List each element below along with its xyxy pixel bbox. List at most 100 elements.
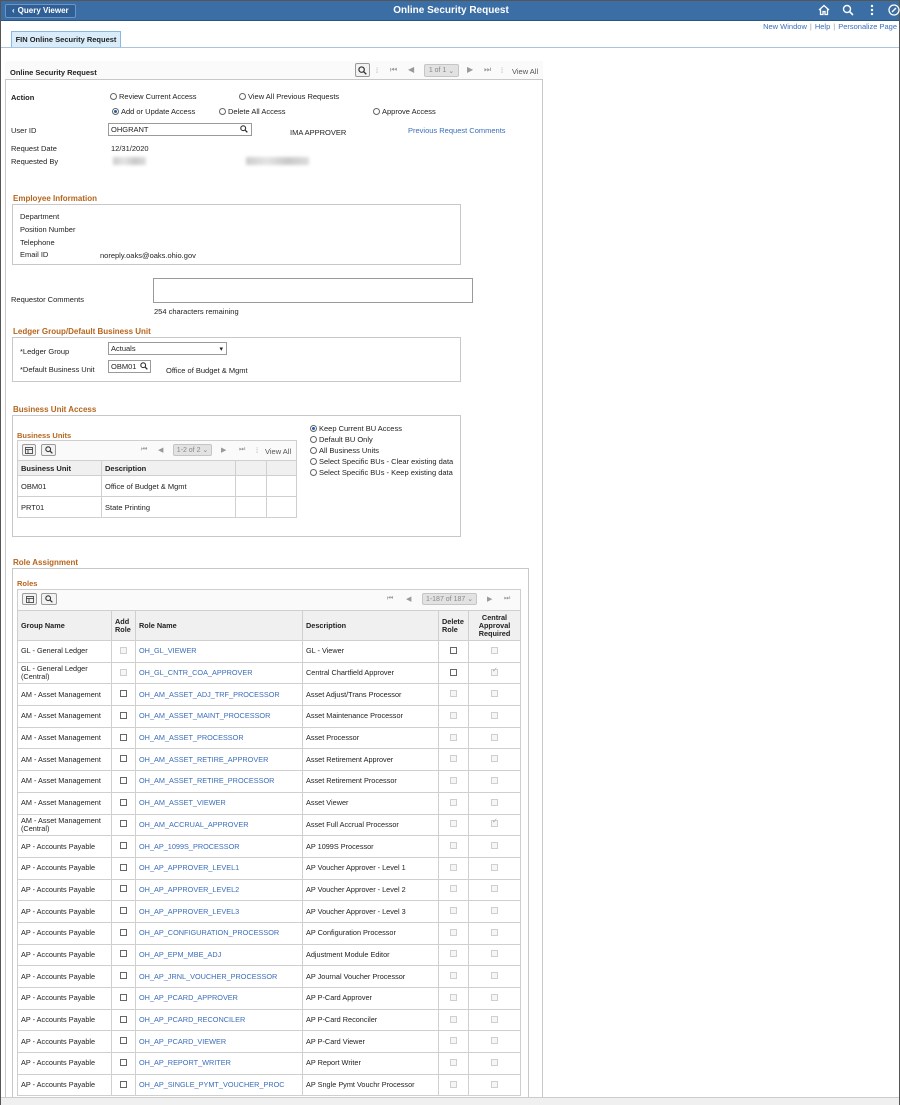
add-role-checkbox[interactable] (120, 928, 127, 936)
group-name-cell: AP - Accounts Payable (17, 1052, 112, 1075)
role-name-link[interactable]: OH_AM_ASSET_MAINT_PROCESSOR (139, 711, 270, 720)
radio-add-update-access[interactable]: Add or Update Access (112, 107, 195, 116)
add-role-checkbox[interactable] (120, 776, 127, 784)
role-name-link[interactable]: OH_AP_JRNL_VOUCHER_PROCESSOR (139, 972, 277, 981)
bu-pager-select[interactable]: 1-2 of 2 ⌄ (173, 444, 212, 456)
lookup-icon[interactable] (140, 362, 148, 372)
horizontal-scrollbar[interactable] (1, 1097, 899, 1105)
radio-delete-all-access[interactable]: Delete All Access (219, 107, 286, 116)
add-role-checkbox[interactable] (120, 907, 127, 915)
panel-search-button[interactable] (355, 63, 370, 77)
ledger-group-select[interactable]: Actuals ▾ (108, 342, 227, 355)
group-name-cell: GL - General Ledger (Central) (17, 661, 112, 685)
add-role-checkbox[interactable] (120, 1080, 127, 1088)
role-name-link[interactable]: OH_GL_CNTR_COA_APPROVER (139, 668, 253, 677)
home-icon[interactable] (817, 4, 830, 17)
first-page-icon[interactable]: ⏮ (141, 446, 147, 454)
next-page-icon[interactable]: ▶ (467, 65, 473, 74)
role-name-link[interactable]: OH_AM_ASSET_RETIRE_PROCESSOR (139, 776, 274, 785)
add-role-checkbox[interactable] (120, 711, 127, 719)
radio-view-previous-requests[interactable]: View All Previous Requests (239, 92, 339, 101)
radio-specific-bus-keep[interactable]: Select Specific BUs - Keep existing data (310, 468, 453, 477)
prev-page-icon[interactable]: ◀ (406, 595, 411, 603)
lookup-icon[interactable] (240, 125, 248, 135)
add-role-cell (111, 921, 136, 945)
role-name-link[interactable]: OH_AP_APPROVER_LEVEL3 (139, 907, 239, 916)
tab-fin-online-security-request[interactable]: FIN Online Security Request (11, 31, 121, 47)
table-row: PRT01 State Printing (17, 496, 297, 518)
find-in-grid-button[interactable] (41, 444, 56, 456)
previous-request-comments-link[interactable]: Previous Request Comments (408, 126, 506, 135)
table-row: AP - Accounts Payable OH_AP_EPM_MBE_ADJ Ad… (17, 943, 521, 967)
add-role-checkbox[interactable] (120, 1058, 127, 1066)
personalize-page-link[interactable]: Personalize Page (838, 22, 897, 31)
prev-page-icon[interactable]: ◀ (158, 446, 163, 454)
first-page-icon[interactable]: ⏮ (387, 595, 393, 603)
group-name-cell: AP - Accounts Payable (17, 878, 112, 902)
radio-specific-bus-clear[interactable]: Select Specific BUs - Clear existing dat… (310, 457, 453, 466)
role-name-link[interactable]: OH_AP_PCARD_RECONCILER (139, 1015, 245, 1024)
last-page-icon[interactable]: ⏭ (504, 595, 510, 603)
role-name-link[interactable]: OH_AP_PCARD_APPROVER (139, 993, 238, 1002)
last-page-icon[interactable]: ⏭ (484, 65, 491, 75)
radio-default-bu-only[interactable]: Default BU Only (310, 435, 373, 444)
next-page-icon[interactable]: ▶ (221, 446, 226, 454)
add-role-checkbox[interactable] (120, 950, 127, 958)
bu-view-all-link[interactable]: View All (265, 447, 291, 456)
delete-role-cell (438, 640, 469, 663)
add-role-checkbox[interactable] (120, 1037, 127, 1045)
add-role-checkbox[interactable] (120, 993, 127, 1001)
personalize-grid-button[interactable] (22, 593, 37, 605)
help-link[interactable]: Help (815, 22, 830, 31)
role-name-link[interactable]: OH_GL_VIEWER (139, 646, 197, 655)
add-role-checkbox[interactable] (120, 863, 127, 871)
find-in-grid-button[interactable] (41, 593, 57, 605)
radio-keep-current-bu[interactable]: Keep Current BU Access (310, 424, 402, 433)
role-name-link[interactable]: OH_AP_EPM_MBE_ADJ (139, 950, 221, 959)
new-window-link[interactable]: New Window (763, 22, 807, 31)
radio-approve-access[interactable]: Approve Access (373, 107, 436, 116)
role-name-link[interactable]: OH_AM_ASSET_PROCESSOR (139, 733, 244, 742)
role-name-link[interactable]: OH_AP_APPROVER_LEVEL2 (139, 885, 239, 894)
add-role-checkbox[interactable] (120, 972, 127, 980)
add-role-checkbox[interactable] (120, 798, 127, 806)
chevron-down-icon: ⌄ (200, 447, 209, 454)
role-name-link[interactable]: OH_AM_ASSET_VIEWER (139, 798, 226, 807)
roles-pager-select[interactable]: 1-187 of 187 ⌄ (422, 593, 477, 605)
role-name-link[interactable]: OH_AM_ASSET_ADJ_TRF_PROCESSOR (139, 690, 280, 699)
navbar-icon[interactable] (887, 4, 900, 17)
prev-page-icon[interactable]: ◀ (408, 65, 414, 74)
add-role-checkbox[interactable] (120, 885, 127, 893)
role-name-link[interactable]: OH_AP_PCARD_VIEWER (139, 1037, 226, 1046)
delete-role-checkbox[interactable] (450, 668, 457, 676)
role-name-link[interactable]: OH_AM_ASSET_RETIRE_APPROVER (139, 755, 268, 764)
personalize-grid-button[interactable] (22, 444, 36, 456)
add-role-checkbox[interactable] (120, 690, 127, 698)
add-role-checkbox[interactable] (120, 820, 127, 828)
role-name-link[interactable]: OH_AP_REPORT_WRITER (139, 1058, 231, 1067)
add-role-checkbox[interactable] (120, 755, 127, 763)
add-role-checkbox[interactable] (120, 733, 127, 741)
first-page-icon[interactable]: ⏮ (390, 65, 397, 75)
add-role-checkbox[interactable] (120, 1015, 127, 1023)
radio-all-business-units[interactable]: All Business Units (310, 446, 379, 455)
search-icon[interactable] (841, 4, 854, 17)
add-role-checkbox[interactable] (120, 842, 127, 850)
panel-pager-select[interactable]: 1 of 1 ⌄ (424, 64, 459, 77)
group-name-cell: AM - Asset Management (17, 748, 112, 772)
role-name-link[interactable]: OH_AP_1099S_PROCESSOR (139, 842, 240, 851)
radio-review-current-access[interactable]: Review Current Access (110, 92, 197, 101)
requestor-comments-textarea[interactable] (153, 278, 473, 303)
user-id-input[interactable]: OHGRANT (108, 123, 252, 136)
delete-role-checkbox[interactable] (450, 646, 457, 654)
central-approval-cell (468, 661, 521, 685)
role-name-link[interactable]: OH_AP_APPROVER_LEVEL1 (139, 863, 239, 872)
role-name-link[interactable]: OH_AP_CONFIGURATION_PROCESSOR (139, 928, 279, 937)
view-all-link[interactable]: View All (512, 67, 538, 76)
last-page-icon[interactable]: ⏭ (239, 446, 245, 454)
actions-menu-icon[interactable] (865, 4, 878, 17)
central-approval-cell (468, 705, 521, 728)
role-name-link[interactable]: OH_AM_ACCRUAL_APPROVER (139, 820, 249, 829)
role-name-link[interactable]: OH_AP_SINGLE_PYMT_VOUCHER_PROC (139, 1080, 285, 1089)
next-page-icon[interactable]: ▶ (487, 595, 492, 603)
